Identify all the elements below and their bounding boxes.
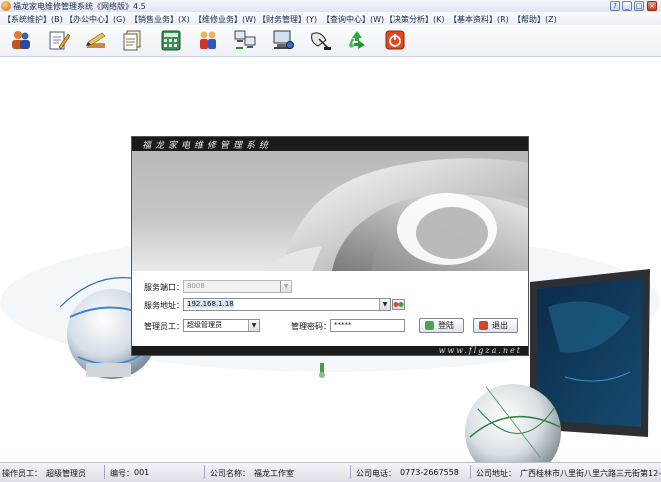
menu-help[interactable]: 【帮助】(Z) <box>513 14 557 25</box>
address-combobox[interactable]: 192.168.1.18 ▼ <box>183 298 391 311</box>
login-dialog-footer: www.flgza.net <box>132 346 528 355</box>
status-separator <box>470 465 471 479</box>
password-input[interactable]: ***** <box>330 319 405 332</box>
staff-icon[interactable] <box>196 28 220 52</box>
menu-sales[interactable]: 【销售业务】(X) <box>130 14 190 25</box>
calculator-icon[interactable] <box>159 28 183 52</box>
maximize-button[interactable]: □ <box>634 1 644 11</box>
status-separator <box>350 465 351 479</box>
status-separator <box>204 465 205 479</box>
exit-button[interactable]: 退出 <box>473 318 518 333</box>
port-label: 服务端口： <box>144 283 184 292</box>
menu-query-center[interactable]: 【查询中心】(W) <box>322 14 384 25</box>
login-dialog-title: 福龙家电维修管理系统 <box>142 141 273 151</box>
power-icon[interactable] <box>383 28 407 52</box>
chevron-down-icon: ▼ <box>280 281 291 292</box>
status-number-label: 编号： <box>110 469 134 478</box>
app-logo-icon <box>1 1 11 11</box>
connection-icon <box>393 302 404 307</box>
operator-value: 超级管理员 <box>187 321 222 329</box>
minimize-button[interactable]: _ <box>622 1 632 11</box>
status-phone-value: 0773-2667558 <box>400 468 459 477</box>
port-value: 8008 <box>187 282 205 290</box>
documents-icon[interactable] <box>121 28 145 52</box>
website-text: www.flgza.net <box>438 346 522 355</box>
menu-basic-data[interactable]: 【基本资料】(R) <box>449 14 509 25</box>
menu-system-maintenance[interactable]: 【系统维护】(B) <box>3 14 63 25</box>
status-operator-label: 操作员工： <box>2 469 42 478</box>
login-banner-image <box>132 151 528 271</box>
chevron-down-icon[interactable]: ▼ <box>248 320 259 331</box>
menu-bar: 【系统维护】(B) 【办公中心】(G) 【销售业务】(X) 【维修业务】(W) … <box>0 12 661 25</box>
port-select: 8008 ▼ <box>183 280 292 293</box>
computer-settings-icon[interactable] <box>271 28 295 52</box>
abstract-ribbon-image <box>262 158 528 271</box>
menu-office-center[interactable]: 【办公中心】(G) <box>65 14 125 25</box>
network-computers-icon[interactable] <box>233 28 257 52</box>
window-title: 福龙家电维修管理系统《网络版》4.5 <box>13 2 146 11</box>
help-window-button[interactable]: ? <box>610 1 620 11</box>
title-bar: 福龙家电维修管理系统《网络版》4.5 ? _ □ × <box>0 0 661 12</box>
address-value: 192.168.1.18 <box>187 300 234 308</box>
address-label: 服务地址： <box>144 301 184 310</box>
menu-decision-analysis[interactable]: 【决策分析】(K) <box>385 14 445 25</box>
status-company-value: 福龙工作室 <box>254 469 294 478</box>
password-label: 管理密码： <box>291 322 331 331</box>
pencil-icon[interactable] <box>84 28 108 52</box>
menu-repair[interactable]: 【维修业务】(W) <box>194 14 256 25</box>
login-dialog: 福龙家电维修管理系统 服务端口： 8008 ▼ 服务地址： 192.168.1.… <box>131 136 529 356</box>
password-value: ***** <box>334 321 352 329</box>
chevron-down-icon[interactable]: ▼ <box>379 299 390 310</box>
status-company-label: 公司名称： <box>210 469 250 478</box>
menu-finance[interactable]: 【财务管理】(Y) <box>258 14 317 25</box>
login-icon <box>425 321 434 330</box>
test-connection-button[interactable] <box>392 299 405 310</box>
recycle-icon[interactable] <box>345 28 369 52</box>
operator-label: 管理员工： <box>144 322 184 331</box>
edit-form-icon[interactable] <box>47 28 71 52</box>
operator-select[interactable]: 超级管理员 ▼ <box>183 319 260 332</box>
status-operator-value: 超级管理员 <box>46 469 86 478</box>
satellite-icon[interactable] <box>308 28 332 52</box>
status-phone-label: 公司电话： <box>356 469 396 478</box>
login-button[interactable]: 登陆 <box>419 318 464 333</box>
login-dialog-header: 福龙家电维修管理系统 <box>132 137 528 151</box>
status-bar: 操作员工： 超级管理员 编号： 001 公司名称： 福龙工作室 公司电话： 07… <box>0 462 661 482</box>
status-address-label: 公司地址： <box>476 469 516 478</box>
exit-icon <box>479 321 488 330</box>
status-separator <box>104 465 105 479</box>
status-number-value: 001 <box>134 468 150 477</box>
users-icon[interactable] <box>9 28 33 52</box>
status-address-value: 广西桂林市八里街八里六路三元街第12-2 <box>520 469 661 478</box>
toolbar <box>0 25 661 57</box>
close-button[interactable]: × <box>647 1 657 11</box>
